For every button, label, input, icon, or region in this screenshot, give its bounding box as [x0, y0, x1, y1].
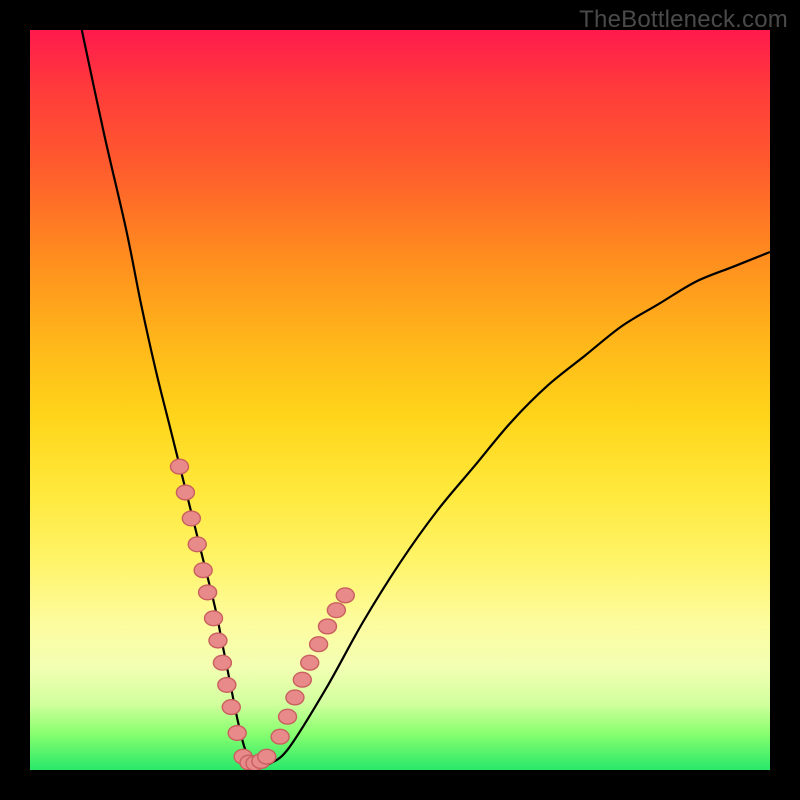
data-marker: [301, 655, 319, 670]
data-marker: [218, 678, 236, 693]
chart-svg: [30, 30, 770, 770]
watermark-text: TheBottleneck.com: [579, 6, 788, 34]
data-marker: [199, 585, 217, 600]
data-marker: [258, 749, 276, 764]
data-marker: [188, 537, 206, 552]
data-marker: [318, 619, 336, 634]
bottleneck-curve: [82, 30, 770, 766]
data-marker: [336, 588, 354, 603]
data-marker: [228, 726, 246, 741]
data-marker: [182, 511, 200, 526]
data-marker: [170, 459, 188, 474]
data-marker: [194, 563, 212, 578]
data-marker: [286, 690, 304, 705]
data-marker: [293, 672, 311, 687]
data-marker: [327, 603, 345, 618]
data-marker: [209, 633, 227, 648]
data-marker: [310, 637, 328, 652]
data-marker: [213, 655, 231, 670]
chart-frame: TheBottleneck.com: [0, 0, 800, 800]
data-marker: [222, 700, 240, 715]
data-marker: [271, 729, 289, 744]
data-marker: [279, 709, 297, 724]
plot-area: [30, 30, 770, 770]
data-marker: [205, 611, 223, 626]
data-marker: [176, 485, 194, 500]
